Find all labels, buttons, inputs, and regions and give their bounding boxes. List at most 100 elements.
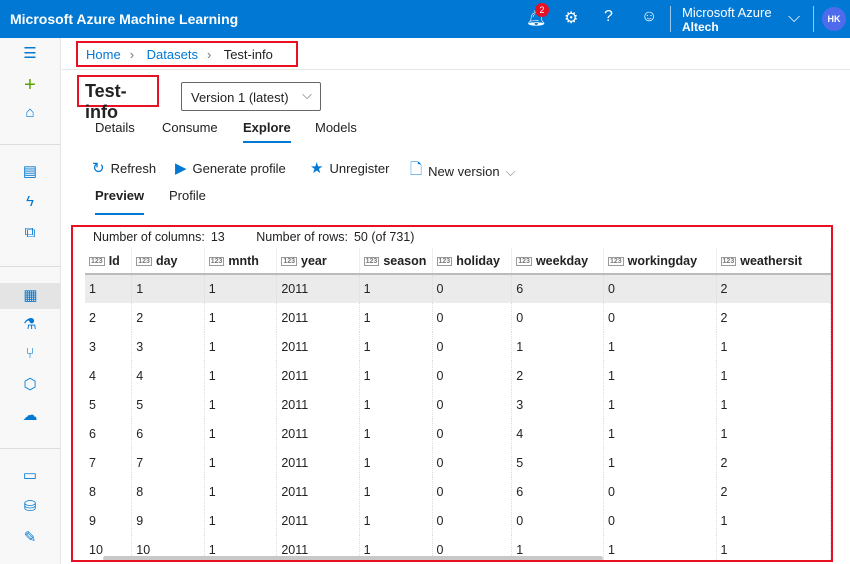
home-icon[interactable]: ⌂ [18,104,42,126]
table-row[interactable]: 7 7 1 2011 1 0 5 1 2 [85,448,831,477]
subtab-profile[interactable]: Profile [169,188,206,203]
table-cell: 0 [432,303,513,332]
refresh-button[interactable]: ↻ Refresh [92,159,156,177]
table-cell: 1 [204,390,278,419]
table-row[interactable]: 9 9 1 2011 1 0 0 0 1 [85,506,831,535]
table-cell: 1 [85,274,133,303]
tab-consume[interactable]: Consume [162,120,218,135]
tab-explore[interactable]: Explore [243,120,291,143]
column-header[interactable]: 123 weathersit [716,248,831,275]
column-header-label: mnth [228,253,259,268]
app-title[interactable]: Microsoft Azure Machine Learning [10,11,238,27]
table-row[interactable]: 6 6 1 2011 1 0 4 1 1 [85,419,831,448]
plus-icon[interactable]: + [18,74,42,96]
avatar[interactable]: HK [822,7,846,31]
table-cell: 1 [716,506,831,535]
table-cell: 1 [716,361,831,390]
version-dropdown[interactable]: Version 1 (latest) ⌵ [181,82,321,111]
new-document-icon: 🗋︎ [410,161,423,178]
table-cell: 4 [85,361,133,390]
table-cell: 1 [204,332,278,361]
table-cell: 7 [131,448,205,477]
table-cell: 8 [131,477,205,506]
star-icon: ★ [310,160,324,177]
hamburger-menu-icon[interactable]: ☰ [18,44,42,66]
table-cell: 1 [359,361,433,390]
tab-details[interactable]: Details [95,120,135,135]
endpoints-cloud-icon[interactable]: ☁ [18,406,42,428]
generate-profile-button[interactable]: ▶ Generate profile [175,159,286,177]
table-row[interactable]: 2 2 1 2011 1 0 0 0 2 [85,303,831,332]
table-cell: 2011 [276,477,360,506]
table-cell: 2 [716,274,831,303]
horizontal-scrollbar[interactable] [103,556,603,560]
table-cell: 1 [204,448,278,477]
unregister-button[interactable]: ★ Unregister [310,159,389,177]
table-cell: 2 [511,361,604,390]
subtab-preview[interactable]: Preview [95,188,145,215]
tenant-name: Altech [682,20,719,34]
table-row[interactable]: 1 1 1 2011 1 0 6 0 2 [85,274,831,303]
datasets-icon[interactable]: ▦ [0,283,61,309]
tab-models[interactable]: Models [315,120,357,135]
table-cell: 5 [511,448,604,477]
column-header[interactable]: 123 day [131,248,205,275]
chevron-down-icon[interactable]: ⌵ [788,9,800,27]
automated-ml-icon[interactable]: ϟ [18,193,42,215]
column-header[interactable]: 123 year [276,248,360,275]
table-cell: 4 [131,361,205,390]
notebook-icon[interactable]: ▤ [18,162,42,184]
table-cell: 4 [511,419,604,448]
models-cube-icon[interactable]: ⬡ [18,375,42,397]
rows-label: Number of rows: [256,230,348,244]
table-cell: 1 [204,303,278,332]
table-cell: 1 [359,477,433,506]
table-cell: 0 [432,477,513,506]
breadcrumb-datasets[interactable]: Datasets [147,47,198,62]
column-header-label: holiday [456,253,500,268]
table-cell: 6 [511,477,604,506]
feedback-smiley-icon[interactable]: ☺ [641,8,657,26]
compute-icon[interactable]: ▭ [18,466,42,488]
experiments-flask-icon[interactable]: ⚗ [18,315,42,337]
datastores-icon[interactable]: ⛁ [18,497,42,519]
table-cell: 0 [603,477,717,506]
table-cell: 1 [603,361,717,390]
data-labeling-icon[interactable]: ✎ [18,528,42,550]
column-header[interactable]: 123 workingday [603,248,717,275]
account-name: Microsoft Azure [682,5,772,20]
table-cell: 1 [511,332,604,361]
new-version-button[interactable]: 🗋︎ New version ⌵ [410,159,515,184]
column-header[interactable]: 123 season [359,248,433,275]
column-header[interactable]: 123 mnth [204,248,278,275]
pipelines-icon[interactable]: ⑂ [18,345,42,367]
numeric-type-icon: 123 [720,256,737,266]
table-row[interactable]: 8 8 1 2011 1 0 6 0 2 [85,477,831,506]
designer-icon[interactable]: ⧉ [18,224,42,246]
dataset-summary: Number of columns: 13 Number of rows: 50 (… [93,230,420,244]
column-header[interactable]: 123 Id [85,248,133,275]
table-cell: 1 [204,506,278,535]
help-icon[interactable]: ? [604,8,613,26]
table-row[interactable]: 5 5 1 2011 1 0 3 1 1 [85,390,831,419]
column-header[interactable]: 123 holiday [432,248,513,275]
play-icon: ▶ [175,160,187,177]
table-cell: 1 [204,419,278,448]
preview-table: 123 Id 123 day 123 mnth 123 year 123 season 123 hol… [85,248,831,560]
table-row[interactable]: 4 4 1 2011 1 0 2 1 1 [85,361,831,390]
table-cell: 9 [131,506,205,535]
table-cell: 1 [603,448,717,477]
table-cell: 2011 [276,419,360,448]
column-header[interactable]: 123 weekday [511,248,604,275]
table-cell: 2011 [276,274,360,303]
breadcrumb-home[interactable]: Home [86,47,121,62]
data-preview-grid: Number of columns: 13 Number of rows: 50 (… [71,225,833,562]
sidebar: ☰ + ⌂ ▤ ϟ ⧉ ▦ ⚗ ⑂ ⬡ ☁ ▭ ⛁ ✎ [0,38,61,564]
gear-icon[interactable]: ⚙ [564,8,578,28]
table-cell: 2011 [276,506,360,535]
table-cell: 1 [204,361,278,390]
table-row[interactable]: 3 3 1 2011 1 0 1 1 1 [85,332,831,361]
table-cell: 2 [131,303,205,332]
account-switcher[interactable]: Microsoft Azure Altech [682,5,772,35]
table-cell: 1 [359,332,433,361]
